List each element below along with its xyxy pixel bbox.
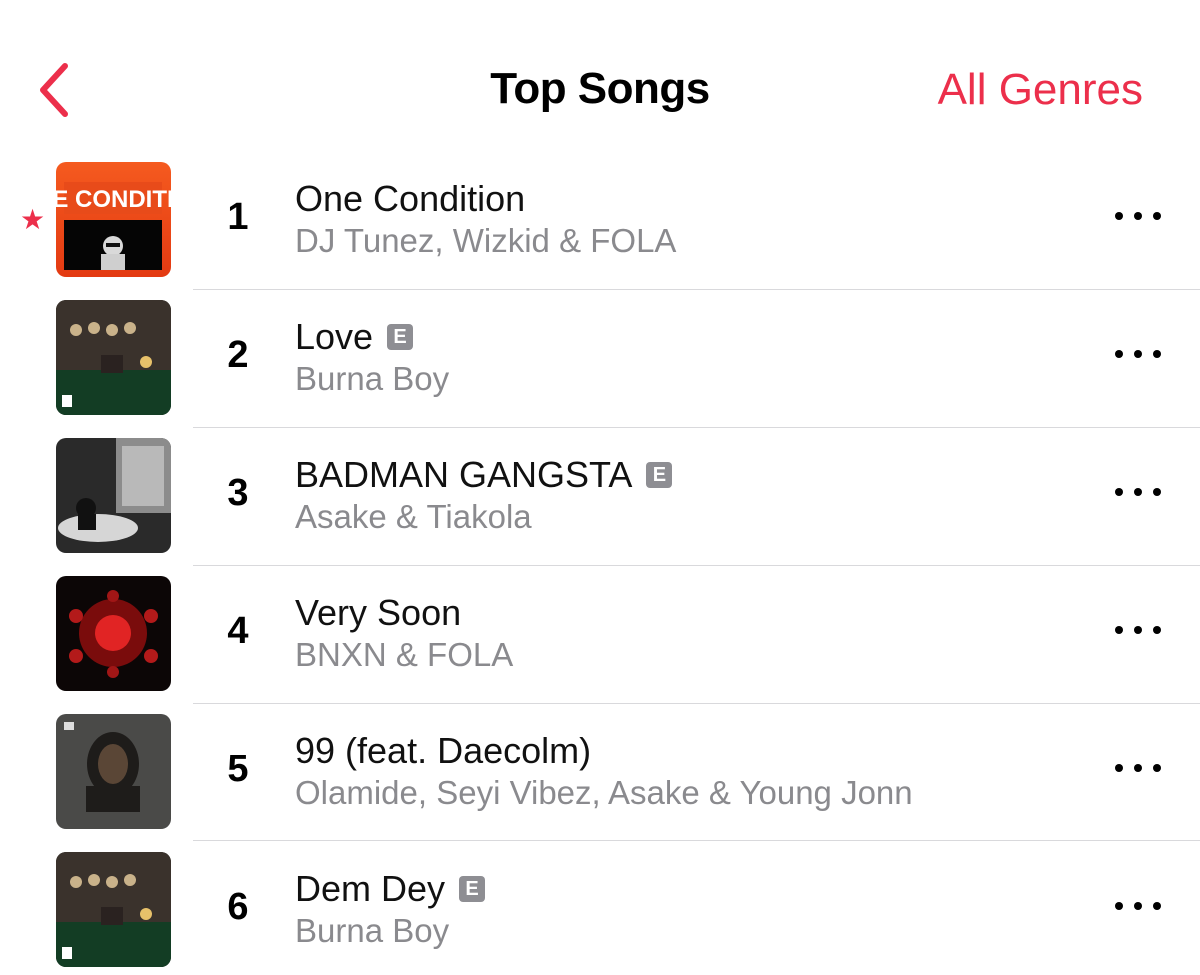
album-artwork bbox=[56, 438, 171, 553]
song-title: One Condition bbox=[295, 178, 525, 220]
song-title: 99 (feat. Daecolm) bbox=[295, 730, 591, 772]
ellipsis-icon bbox=[1115, 350, 1123, 358]
song-row[interactable]: 3 BADMAN GANGSTA E Asake & Tiakola bbox=[0, 414, 1200, 553]
song-title: Love E bbox=[295, 316, 414, 358]
chart-rank: 2 bbox=[227, 334, 249, 376]
more-options-button[interactable] bbox=[1115, 891, 1161, 921]
song-title-text: Love bbox=[295, 316, 374, 357]
artist-name: DJ Tunez, Wizkid & FOLA bbox=[295, 222, 677, 259]
explicit-badge: E bbox=[387, 324, 414, 350]
song-title-text: Very Soon bbox=[295, 592, 462, 633]
ellipsis-icon bbox=[1115, 764, 1123, 772]
artist-name: Olamide, Seyi Vibez, Asake & Young Jonn bbox=[295, 774, 913, 811]
song-row[interactable]: 6 Dem Dey E Burna Boy bbox=[0, 828, 1200, 967]
song-row[interactable]: 4 Very Soon BNXN & FOLA bbox=[0, 552, 1200, 691]
chart-rank: 4 bbox=[227, 610, 249, 652]
ellipsis-icon bbox=[1115, 488, 1123, 496]
artist-name: BNXN & FOLA bbox=[295, 636, 514, 673]
song-title-text: BADMAN GANGSTA bbox=[295, 454, 633, 495]
album-artwork bbox=[56, 852, 171, 967]
song-title-text: One Condition bbox=[295, 178, 526, 219]
explicit-badge: E bbox=[646, 462, 673, 488]
song-title: Dem Dey E bbox=[295, 868, 486, 910]
more-options-button[interactable] bbox=[1115, 201, 1161, 231]
artist-name: Asake & Tiakola bbox=[295, 498, 532, 535]
song-title: BADMAN GANGSTA E bbox=[295, 454, 673, 496]
all-genres-button[interactable]: All Genres bbox=[938, 65, 1143, 115]
artist-name: Burna Boy bbox=[295, 912, 450, 949]
song-row[interactable]: 2 Love E Burna Boy bbox=[0, 276, 1200, 415]
more-options-button[interactable] bbox=[1115, 615, 1161, 645]
artist-name: Burna Boy bbox=[295, 360, 450, 397]
song-title-text: 99 (feat. Daecolm) bbox=[295, 730, 592, 771]
more-options-button[interactable] bbox=[1115, 339, 1161, 369]
chart-rank: 3 bbox=[227, 472, 249, 514]
album-artwork: ONE CONDITION bbox=[56, 162, 171, 277]
song-row[interactable]: ONE CONDITION 1 One Condition DJ Tunez, … bbox=[0, 138, 1200, 277]
album-artwork bbox=[56, 300, 171, 415]
song-row[interactable]: 5 99 (feat. Daecolm) Olamide, Seyi Vibez… bbox=[0, 690, 1200, 829]
chart-rank: 6 bbox=[227, 886, 249, 928]
ellipsis-icon bbox=[1115, 902, 1123, 910]
more-options-button[interactable] bbox=[1115, 477, 1161, 507]
chart-rank: 5 bbox=[227, 748, 249, 790]
ellipsis-icon bbox=[1115, 626, 1123, 634]
album-artwork bbox=[56, 576, 171, 691]
ellipsis-icon bbox=[1115, 212, 1123, 220]
explicit-badge: E bbox=[459, 876, 486, 902]
more-options-button[interactable] bbox=[1115, 753, 1161, 783]
svg-text:ONE CONDITION: ONE CONDITION bbox=[56, 186, 171, 213]
album-artwork bbox=[56, 714, 171, 829]
song-title-text: Dem Dey bbox=[295, 868, 446, 909]
chart-rank: 1 bbox=[227, 196, 249, 238]
navigation-bar: Top Songs All Genres bbox=[0, 0, 1200, 160]
song-title: Very Soon bbox=[295, 592, 461, 634]
